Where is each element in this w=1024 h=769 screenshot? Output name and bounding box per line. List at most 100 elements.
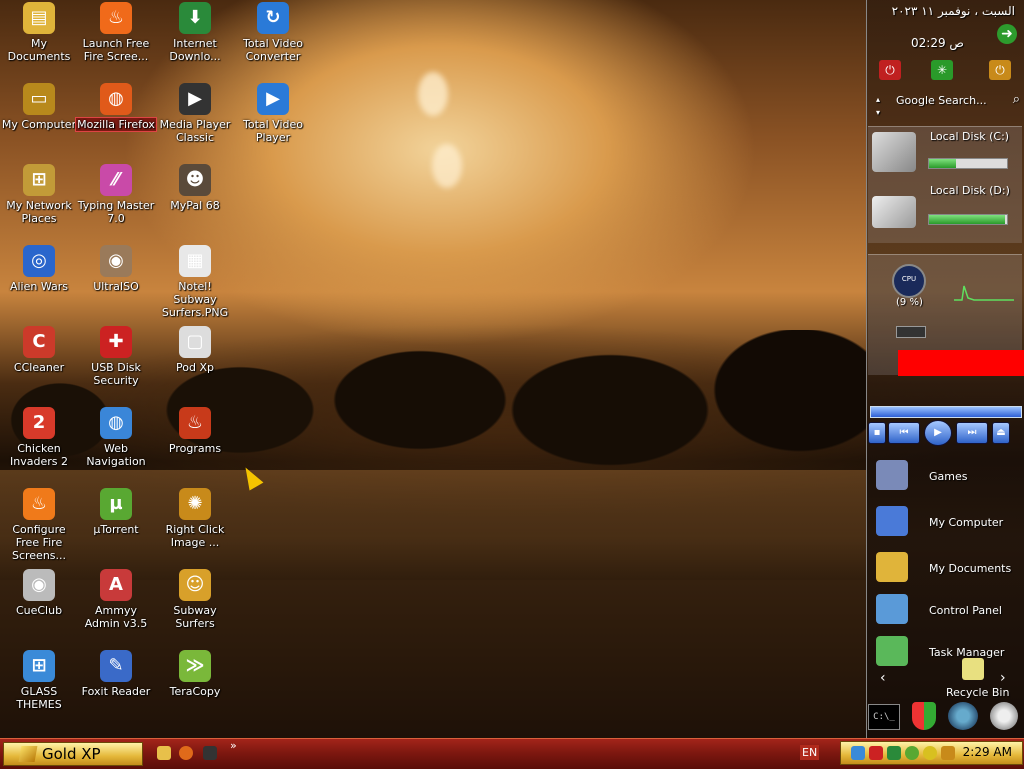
desktop-icon[interactable]: ▤ My Documents [0,2,79,63]
mpc-icon[interactable] [203,746,217,760]
speaker-icon[interactable] [990,702,1018,730]
desktop-icon[interactable]: ✺ Right Click Image ... [155,488,235,549]
network-icon: ⊞ [23,164,55,196]
desktop-icon[interactable]: ◍ Web Navigation [76,407,156,468]
desktop-icon-label: Configure Free Fire Screens... [11,523,67,562]
taskbar-clock[interactable]: 2:29 AM [963,745,1012,759]
desktop-icon-label: USB Disk Security [91,361,141,387]
tray-tool-icon[interactable] [941,746,955,760]
tray-shield-icon[interactable] [869,746,883,760]
desktop-icon[interactable]: ⁄⁄ Typing Master 7.0 [76,164,156,225]
sidebar-launcher[interactable]: Task Manager [876,634,1021,670]
show-desktop-icon[interactable] [157,746,171,760]
disk-c-fill [929,159,957,168]
tray-utorrent-icon[interactable] [905,746,919,760]
folder-icon [876,552,908,582]
sidebar-launcher-label: Games [929,470,968,483]
sidebar-launcher[interactable]: Control Panel [876,592,1021,628]
desktop-icon[interactable]: ♨ Configure Free Fire Screens... [0,488,79,562]
desktop-icon[interactable]: ⊞ GLASS THEMES [0,650,79,711]
media-play-icon[interactable]: ▶ [924,420,952,446]
search-icon[interactable]: ⌕ [1013,92,1020,107]
desktop-icon[interactable]: ☺ Subway Surfers [155,569,235,630]
desktop-icon-label: UltraISO [93,280,139,293]
chevron-right-icon[interactable]: › [1000,670,1006,686]
recycle-bin-icon[interactable] [962,658,984,680]
desktop-icon-label: My Computer [1,118,77,131]
sidebar-launcher[interactable]: Games [876,458,1021,494]
desktop-icon-label: Internet Downlo... [169,37,221,63]
desktop-icon[interactable]: µ µTorrent [76,488,156,536]
hard-drive-icon [872,196,916,228]
media-eject-icon[interactable]: ⏏ [992,422,1010,444]
disk-d-bar [928,214,1008,225]
arrow-right-icon[interactable]: ➜ [997,24,1017,44]
media-seek-bar[interactable] [870,406,1022,418]
desktop-icon[interactable]: ☻ MyPal 68 [155,164,235,212]
firefox-icon[interactable] [179,746,193,760]
desktop-icon[interactable]: A Ammyy Admin v3.5 [76,569,156,630]
start-button[interactable]: Gold XP [3,742,143,766]
desktop-icon[interactable]: ♨ Launch Free Fire Scree... [76,2,156,63]
disk-d-fill [929,215,1005,224]
chevron-left-icon[interactable]: ‹ [880,670,886,686]
tvc-icon: ↻ [257,2,289,34]
gear-icon: ✺ [179,488,211,520]
command-prompt-icon[interactable]: C:\_ [868,704,900,730]
power-icon[interactable]: ⏻ [879,60,901,80]
desktop-icon[interactable]: ⊞ My Network Places [0,164,79,225]
desktop-icon[interactable]: 2 Chicken Invaders 2 [0,407,79,468]
search-dropdown-icon[interactable]: ▴ ▾ [876,95,880,117]
desktop-icon-label: Pod Xp [176,361,214,374]
desktop-icon[interactable]: ♨ Programs [155,407,235,455]
computer-icon [876,506,908,536]
shield-icon: ✚ [100,326,132,358]
sidebar-launcher[interactable]: My Computer [876,504,1021,540]
tvp-icon: ▶ [257,83,289,115]
sidebar-launcher[interactable]: My Documents [876,550,1021,586]
language-indicator[interactable]: EN [800,745,820,760]
media-next-icon[interactable]: ⏭ [956,422,988,444]
desktop-icon-label: Subway Surfers [173,604,217,630]
desktop-icon[interactable]: ◎ Alien Wars [0,245,79,293]
desktop-icon[interactable]: ▶ Media Player Classic [155,83,235,144]
desktop-icon[interactable]: ▢ Pod Xp [155,326,235,374]
security-shield-icon[interactable] [912,702,936,730]
network-globe-icon[interactable] [948,702,978,730]
fire-icon: ♨ [100,2,132,34]
desktop-icon-label: Right Click Image ... [165,523,225,549]
desktop-icon[interactable]: ▶ Total Video Player [233,83,313,144]
desktop-icon[interactable]: C CCleaner [0,326,79,374]
media-prev-icon[interactable]: ⏮ [888,422,920,444]
desktop-icon-label: My Network Places [6,199,72,225]
desktop-icon[interactable]: ✎ Foxit Reader [76,650,156,698]
wallpaper-glow [432,144,462,188]
desktop-icon[interactable]: ▦ Notel! Subway Surfers.PNG [155,245,235,319]
desktop-icon[interactable]: ◉ UltraISO [76,245,156,293]
disc-icon: ◉ [100,245,132,277]
desktop-icon[interactable]: ◍ Mozilla Firefox [75,83,157,132]
google-search-input[interactable]: ▴ ▾ Google Search... ⌕ [876,92,1020,117]
media-stop-icon[interactable]: ▪ [868,422,886,444]
desktop-icon[interactable]: ✚ USB Disk Security [76,326,156,387]
restart-icon[interactable]: ✳ [931,60,953,80]
desktop-icon-label: Web Navigation [86,442,146,468]
start-logo-icon [18,746,38,762]
logoff-icon[interactable]: ⏻ [989,60,1011,80]
desktop-icon[interactable]: ⬇ Internet Downlo... [155,2,235,63]
tray-network-icon[interactable] [851,746,865,760]
desktop-icon-label: Ammyy Admin v3.5 [84,604,148,630]
tray-idm-icon[interactable] [887,746,901,760]
desktop-icon[interactable]: ◉ CueClub [0,569,79,617]
desktop-icon-label: CCleaner [13,361,65,374]
quick-launch-overflow-icon[interactable]: » [230,739,237,752]
desktop-icon-label: MyPal 68 [170,199,220,212]
desktop-icon[interactable]: ▭ My Computer [0,83,79,131]
foxit-icon: ✎ [100,650,132,682]
recycle-bin-label: Recycle Bin [946,686,1010,699]
programs-icon: ♨ [179,407,211,439]
desktop-icon[interactable]: ≫ TeraCopy [155,650,235,698]
tray-messenger-icon[interactable] [923,746,937,760]
chicken-icon: 2 [23,407,55,439]
desktop-icon[interactable]: ↻ Total Video Converter [233,2,313,63]
